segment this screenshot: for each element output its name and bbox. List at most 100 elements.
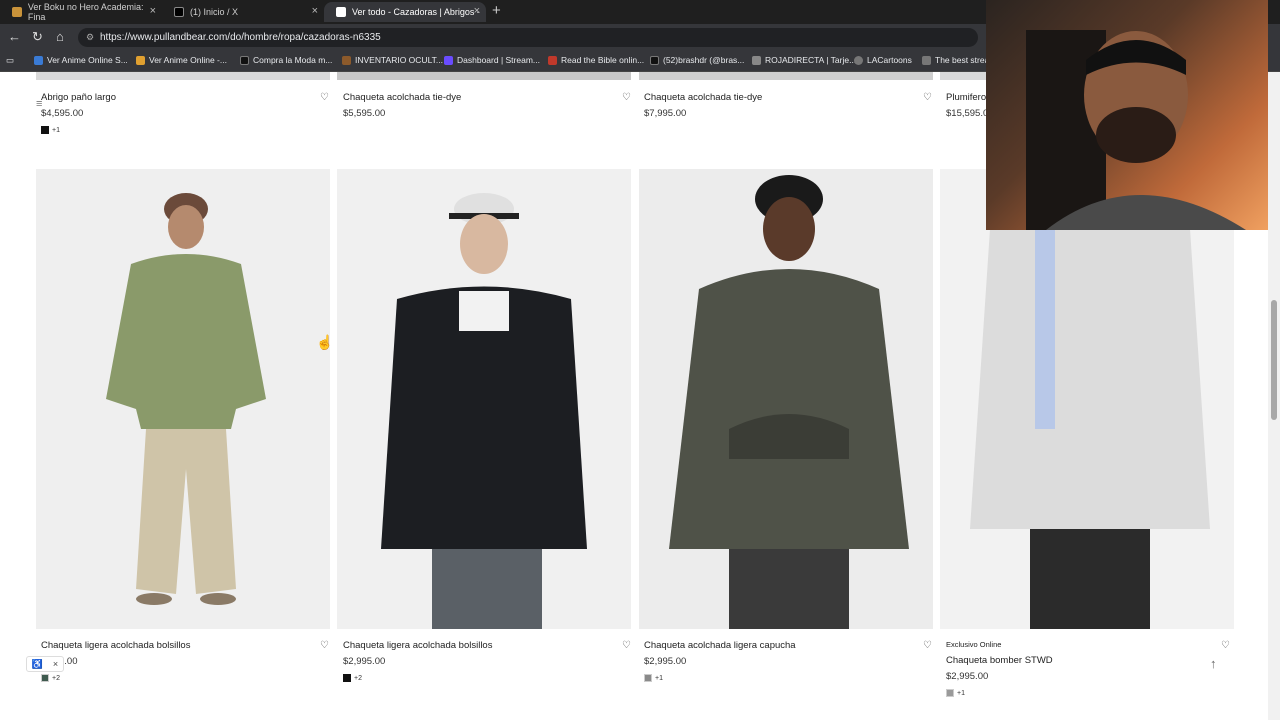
color-swatches: +1	[946, 689, 1240, 697]
exclusive-online-badge: Exclusivo Online	[946, 640, 1002, 649]
product-price: $2,995.00	[343, 656, 386, 667]
color-swatch[interactable]	[41, 674, 49, 682]
heart-icon[interactable]: ♡	[1221, 640, 1230, 651]
more-colors: +2	[52, 674, 60, 682]
bookmark-icon	[548, 55, 557, 65]
page-scrollbar[interactable]	[1268, 72, 1280, 720]
arrow-up-icon[interactable]: ↑	[1210, 656, 1217, 671]
product-price: $2,995.00	[644, 656, 687, 667]
bookmark-item[interactable]: The best strea	[922, 55, 989, 65]
product-price: $4,595.00	[41, 108, 84, 119]
home-icon[interactable]: ⌂	[56, 29, 64, 44]
bookmark-icon	[444, 55, 453, 65]
apps-icon[interactable]: ▭	[6, 55, 14, 66]
more-colors: +2	[354, 674, 362, 682]
bookmark-icon	[136, 55, 145, 65]
product-card[interactable]: Chaqueta acolchada ligera capucha $2,995…	[644, 640, 938, 682]
globe-icon	[854, 55, 863, 65]
bookmark-icon	[922, 55, 931, 65]
bookmark-item[interactable]: LACartoons	[854, 55, 912, 65]
product-image[interactable]	[337, 72, 631, 80]
close-icon[interactable]: ×	[150, 5, 156, 17]
color-swatches: +2	[41, 674, 335, 682]
product-card[interactable]: Chaqueta ligera acolchada bolsillos $2,9…	[343, 640, 637, 682]
bookmark-item[interactable]: Read the Bible onlin...	[548, 55, 644, 65]
product-name[interactable]: Chaqueta acolchada tie-dye	[343, 92, 637, 103]
reload-icon[interactable]: ↻	[32, 29, 43, 45]
model-black-jacket-image	[381, 193, 587, 629]
new-tab-button[interactable]: +	[492, 2, 501, 19]
color-swatches: +1	[41, 126, 335, 134]
product-image[interactable]	[36, 169, 330, 629]
bookmark-icon	[342, 55, 351, 65]
product-card[interactable]: Chaqueta acolchada tie-dye $7,995.00 ♡	[644, 92, 938, 119]
product-image[interactable]	[337, 169, 631, 629]
tab-favicon	[12, 7, 22, 17]
product-name[interactable]: Chaqueta ligera acolchada bolsillos	[343, 640, 637, 651]
product-image[interactable]	[639, 72, 933, 80]
tab-title: Ver Boku no Hero Academia: Fina	[27, 2, 144, 22]
product-name[interactable]: Chaqueta bomber STWD	[946, 655, 1240, 666]
bookmark-item[interactable]: Dashboard | Stream...	[444, 55, 540, 65]
accessibility-icon[interactable]: ♿	[32, 659, 43, 670]
product-name[interactable]: Chaqueta acolchada ligera capucha	[644, 640, 938, 651]
product-image[interactable]	[36, 72, 330, 80]
heart-icon[interactable]: ♡	[923, 92, 932, 103]
heart-icon[interactable]: ♡	[622, 640, 631, 651]
product-name[interactable]: Chaqueta acolchada tie-dye	[644, 92, 938, 103]
color-swatch[interactable]	[41, 126, 49, 134]
product-price: $5,595.00	[343, 108, 386, 119]
product-card[interactable]: Abrigo paño largo $4,595.00 ♡ +1	[41, 92, 335, 134]
product-card[interactable]: Exclusivo Online Chaqueta bomber STWD $2…	[946, 640, 1240, 697]
model-green-jacket-image	[106, 193, 266, 605]
url-text: https://www.pullandbear.com/do/hombre/ro…	[100, 32, 381, 43]
heart-icon[interactable]: ♡	[320, 92, 329, 103]
product-card[interactable]: Chaqueta acolchada tie-dye $5,595.00 ♡	[343, 92, 637, 119]
tab-anime[interactable]: Ver Boku no Hero Academia: Fina ×	[0, 2, 162, 22]
heart-icon[interactable]: ♡	[923, 640, 932, 651]
accessibility-widget[interactable]: ♿ ×	[26, 656, 64, 672]
product-price: 5.00	[59, 656, 78, 667]
close-icon[interactable]: ×	[53, 659, 58, 669]
bookmark-item[interactable]: Compra la Moda m...	[240, 55, 332, 65]
back-icon[interactable]: ←	[8, 29, 21, 44]
tiktok-icon	[650, 55, 659, 65]
webcam-person-image	[1026, 30, 1246, 230]
product-price: $7,995.00	[644, 108, 687, 119]
address-bar[interactable]: ⚙ https://www.pullandbear.com/do/hombre/…	[78, 28, 978, 47]
bookmark-item[interactable]: Ver Anime Online -...	[136, 55, 227, 65]
heart-icon[interactable]: ♡	[622, 92, 631, 103]
mouse-cursor-icon: ☝	[316, 334, 334, 350]
tab-pullandbear[interactable]: Ver todo - Cazadoras | Abrigos - ×	[324, 2, 486, 22]
color-swatches: +2	[343, 674, 637, 682]
close-icon[interactable]: ×	[474, 5, 480, 17]
product-image[interactable]	[639, 169, 933, 629]
tab-title: (1) Inicio / X	[190, 7, 239, 17]
bookmark-icon	[752, 55, 761, 65]
color-swatch[interactable]	[946, 689, 954, 697]
close-icon[interactable]: ×	[312, 5, 318, 17]
scrollbar-thumb[interactable]	[1271, 300, 1277, 420]
bookmark-item[interactable]: INVENTARIO OCULT...	[342, 55, 443, 65]
product-image[interactable]	[940, 169, 1234, 629]
color-swatches: +1	[644, 674, 938, 682]
bookmark-item[interactable]: (52)brashdr (@bras...	[650, 55, 744, 65]
webcam-overlay	[986, 0, 1268, 230]
tab-x[interactable]: (1) Inicio / X ×	[162, 2, 324, 22]
x-icon	[174, 7, 184, 17]
color-swatch[interactable]	[343, 674, 351, 682]
bookmark-item[interactable]: Ver Anime Online S...	[34, 55, 128, 65]
product-name[interactable]: Chaqueta ligera acolchada bolsillos	[41, 640, 335, 651]
product-price: $2,995.00	[946, 671, 989, 682]
product-name[interactable]: Abrigo paño largo	[41, 92, 335, 103]
heart-icon[interactable]: ♡	[320, 640, 329, 651]
bookmark-item[interactable]: ROJADIRECTA | Tarje...	[752, 55, 856, 65]
product-card[interactable]: Chaqueta ligera acolchada bolsillos 5.00…	[41, 640, 335, 682]
more-colors: +1	[655, 674, 663, 682]
more-colors: +1	[52, 126, 60, 134]
model-bomber-jacket-image	[970, 214, 1210, 629]
model-hooded-jacket-image	[669, 175, 909, 629]
site-info-icon[interactable]: ⚙	[86, 28, 94, 47]
color-swatch[interactable]	[644, 674, 652, 682]
bookmark-icon	[34, 55, 43, 65]
